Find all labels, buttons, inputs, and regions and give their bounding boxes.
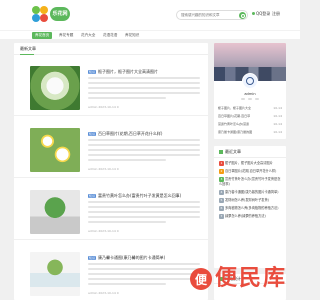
- qq-login-link[interactable]: QQ登录: [252, 11, 270, 17]
- article-excerpt: [88, 77, 200, 101]
- search-box: [176, 10, 248, 20]
- article-thumbnail[interactable]: [30, 190, 80, 234]
- avatar[interactable]: [242, 73, 258, 89]
- article-tag: 知识: [88, 255, 97, 261]
- recent-articles-widget: 最近文章 1 栀子图片，栀子图片大全高清图片 2 百日草图片(花期,百日草开花什么样…: [214, 146, 286, 268]
- article-excerpt: [88, 139, 200, 163]
- list-icon: [219, 150, 223, 154]
- article-title[interactable]: 知识 富贵竹黄叶怎么办(富贵竹叶子发黄是怎么回事): [88, 193, 204, 199]
- watermark: 便 便民库: [190, 262, 296, 296]
- list-item[interactable]: 1 栀子图片，栀子图片大全高清图片: [219, 161, 281, 166]
- login-label: QQ登录: [256, 11, 271, 16]
- article-title[interactable]: 知识 栀子图片，栀子图片大全高清图片: [88, 69, 204, 75]
- user-icon: [246, 77, 254, 85]
- article-title[interactable]: 知识 百日草图片(花期,百日草开花什么样): [88, 131, 204, 137]
- article-thumbnail[interactable]: [30, 252, 80, 296]
- list-item[interactable]: 5 发财树怎么养(发财树叶子发黄): [219, 198, 281, 203]
- widget-title: 最近文章: [214, 146, 286, 158]
- nav-item-flowers[interactable]: 花卉大全: [78, 32, 98, 39]
- site-logo[interactable]: 乐花网: [32, 6, 70, 22]
- article-item[interactable]: 知识 百日草图片(花期,百日草开花什么样) admin 2023-10-14 0: [14, 118, 208, 178]
- article-item[interactable]: 知识 栀子图片，栀子图片大全高清图片 admin 2023-10-14 0: [14, 56, 208, 116]
- nav-item-knowledge[interactable]: 养花知识: [122, 32, 142, 39]
- profile-name[interactable]: admin: [214, 92, 286, 96]
- search-icon[interactable]: [239, 12, 246, 19]
- article-meta: admin 2023-10-14 0: [88, 167, 119, 171]
- list-item[interactable]: 7 绿萝怎么养(绿萝的养殖方法): [219, 214, 281, 219]
- list-item[interactable]: 富贵竹黄叶怎么办(富贵 10-14: [218, 120, 282, 128]
- latest-articles-panel: 最新文章 知识 栀子图片，栀子图片大全高清图片 admin 2023-10-14 …: [14, 43, 208, 300]
- article-item[interactable]: 知识 富贵竹黄叶怎么办(富贵竹叶子发黄是怎么回事) admin 2023-10-1…: [14, 180, 208, 240]
- article-tag: 知识: [88, 69, 97, 75]
- watermark-badge: 便: [190, 268, 212, 290]
- article-thumbnail[interactable]: [30, 66, 80, 110]
- article-tag: 知识: [88, 131, 97, 137]
- article-item[interactable]: 知识 康乃馨卡通图(康乃馨的图片卡通简单) admin 2023-10-14 0: [14, 242, 208, 300]
- article-excerpt: [88, 263, 200, 287]
- search-input[interactable]: [177, 11, 239, 19]
- profile-stat-bars: [214, 98, 286, 100]
- list-item[interactable]: 2 百日草图片(花期,百日草开花什么样): [219, 169, 281, 174]
- article-meta: admin 2023-10-14 0: [88, 229, 119, 233]
- article-title[interactable]: 知识 康乃馨卡通图(康乃馨的图片卡通简单): [88, 255, 204, 261]
- list-item[interactable]: 6 多肉植物怎么养(多肉植物的养殖方法): [219, 206, 281, 211]
- article-excerpt: [88, 201, 200, 225]
- list-item[interactable]: 4 康乃馨卡通图(康乃馨的图片卡通简单): [219, 190, 281, 195]
- section-title: 最新文章: [14, 43, 208, 55]
- list-item[interactable]: 百日草图片(花期,百日草 10-14: [218, 112, 282, 120]
- article-tag: 知识: [88, 193, 97, 199]
- clover-logo-icon: [32, 6, 48, 22]
- logo-text: 乐花网: [50, 7, 70, 21]
- list-item[interactable]: 康乃馨卡通图(康乃馨的图 10-14: [218, 128, 282, 136]
- top-header: 乐花网 QQ登录 注册: [0, 0, 300, 30]
- article-thumbnail[interactable]: [30, 128, 80, 172]
- watermark-text: 便民库: [215, 266, 288, 291]
- article-meta: admin 2023-10-14 0: [88, 291, 119, 295]
- article-meta: admin 2023-10-14 0: [88, 105, 119, 109]
- qq-icon: [252, 12, 255, 15]
- recent-list: 1 栀子图片，栀子图片大全高清图片 2 百日草图片(花期,百日草开花什么样) 3 富贵…: [214, 158, 286, 219]
- register-link[interactable]: 注册: [272, 11, 280, 17]
- main-nav: 养花首页 养花专题 花卉大全 花语花语 养花知识: [0, 30, 300, 39]
- list-item[interactable]: 3 富贵竹黄叶怎么办(富贵竹叶子发黄是怎么回事): [219, 177, 281, 187]
- nav-item-flower-language[interactable]: 花语花语: [100, 32, 120, 39]
- list-item[interactable]: 栀子图片，栀子图片大全 10-14: [218, 104, 282, 112]
- profile-article-list: 栀子图片，栀子图片大全 10-14 百日草图片(花期,百日草 10-14 富贵竹黄叶…: [218, 104, 282, 136]
- author-profile-card: admin 栀子图片，栀子图片大全 10-14 百日草图片(花期,百日草 10-14…: [214, 43, 286, 139]
- nav-item-home[interactable]: 养花首页: [32, 32, 53, 39]
- nav-item-topics[interactable]: 养花专题: [56, 32, 76, 39]
